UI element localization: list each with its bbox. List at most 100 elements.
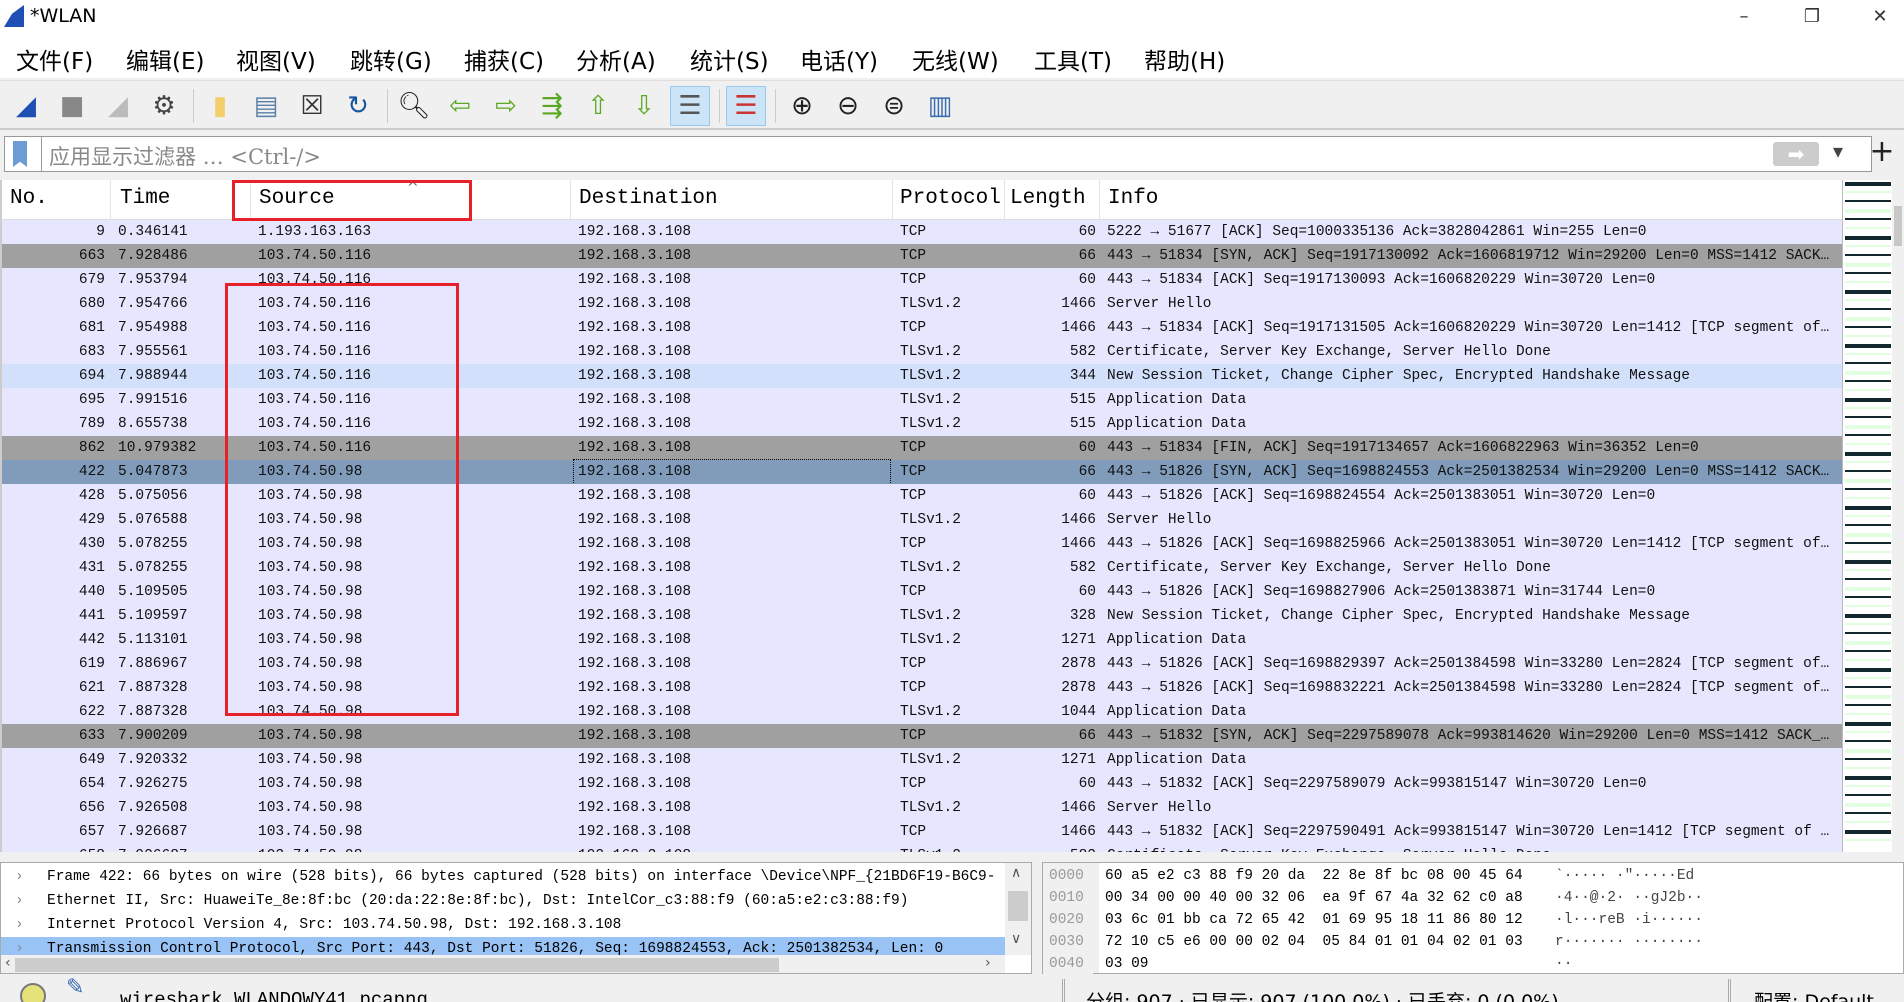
packet-row[interactable]: 633 7.900209 103.74.50.98 192.168.3.108 TCP 6… <box>2 724 1842 748</box>
cell-dst: 192.168.3.108 <box>578 248 692 264</box>
hex-bytes[interactable]: 03 6c 01 bb ca 72 65 42 01 69 95 18 11 8… <box>1105 909 1523 931</box>
minimize-button[interactable]: – <box>1714 0 1774 34</box>
add-filter-button[interactable]: + <box>1862 134 1902 169</box>
hex-bytes[interactable]: 03 09 <box>1105 953 1149 975</box>
column-protocol[interactable]: Protocol <box>900 187 1001 210</box>
overview-stripe <box>1845 218 1891 220</box>
autoscroll-icon[interactable]: ☰ <box>670 86 710 126</box>
packet-row[interactable]: 663 7.928486 103.74.50.116 192.168.3.108 TCP… <box>2 244 1842 268</box>
scroll-left-icon[interactable]: ‹ <box>5 955 11 971</box>
last-packet-icon[interactable]: ⇩ <box>624 86 664 126</box>
cell-no: 681 <box>78 320 105 336</box>
capture-file-name: wireshark_WLANDOWY41_pcapng <box>120 989 428 1002</box>
expand-chevron-icon[interactable]: › <box>15 889 24 913</box>
reload-file-icon[interactable]: ↻ <box>338 86 378 126</box>
go-to-packet-icon[interactable]: ⇶ <box>532 86 572 126</box>
details-vscroll[interactable]: ∧ ∨ <box>1005 863 1031 955</box>
menu-item[interactable]: 编辑(E) <box>126 42 204 76</box>
scrollbar-thumb[interactable] <box>1894 206 1902 246</box>
cell-src: 103.74.50.98 <box>258 728 363 744</box>
packet-overview-scrollbar[interactable] <box>1842 180 1892 852</box>
cell-proto: TCP <box>900 464 927 480</box>
menu-item[interactable]: 帮助(H) <box>1144 42 1225 76</box>
packet-bytes-pane[interactable]: 0000 60 a5 e2 c3 88 f9 20 da 22 8e 8f bc … <box>1042 862 1904 975</box>
packet-counts: 分组: 907 · 已显示: 907 (100.0%) · 已丢弃: 0 (0.… <box>1086 991 1559 1002</box>
packet-row[interactable]: 9 0.346141 1.193.163.163 192.168.3.108 TCP 60… <box>2 220 1842 244</box>
close-file-icon[interactable]: ☒ <box>292 86 332 126</box>
toolbar-separator <box>719 89 720 123</box>
cell-proto: TCP <box>900 656 927 672</box>
scroll-up-icon[interactable]: ∧ <box>1011 865 1021 881</box>
filter-dropdown-icon[interactable]: ▾ <box>1833 139 1843 163</box>
overview-stripe <box>1845 803 1891 807</box>
stop-capture-icon[interactable]: ■ <box>52 86 92 126</box>
hex-ascii[interactable]: `····· ·"·····Ed <box>1555 865 1694 887</box>
cell-time: 7.920332 <box>118 752 188 768</box>
apply-filter-button[interactable]: ➡ <box>1773 142 1819 166</box>
save-file-icon[interactable]: ▤ <box>246 86 286 126</box>
hex-bytes[interactable]: 72 10 c5 e6 00 00 02 04 05 84 01 01 04 0… <box>1105 931 1523 953</box>
hex-ascii[interactable]: ·l···reB ·i······ <box>1555 909 1703 931</box>
packet-row[interactable]: 656 7.926508 103.74.50.98 192.168.3.108 TLSv… <box>2 796 1842 820</box>
packet-row[interactable]: 657 7.926687 103.74.50.98 192.168.3.108 TCP 1… <box>2 820 1842 844</box>
restore-button[interactable]: ❐ <box>1782 0 1842 34</box>
column-destination[interactable]: Destination <box>579 187 718 210</box>
hex-ascii[interactable]: ·· <box>1555 953 1572 975</box>
colorize-icon[interactable]: ☰ <box>726 86 766 126</box>
scroll-right-icon[interactable]: › <box>985 955 991 971</box>
zoom-normal-icon[interactable]: ⊜ <box>874 86 914 126</box>
hex-bytes[interactable]: 60 a5 e2 c3 88 f9 20 da 22 8e 8f bc 08 0… <box>1105 865 1523 887</box>
column-length[interactable]: Length <box>1010 187 1086 210</box>
column-no[interactable]: No. <box>10 187 48 210</box>
menu-item[interactable]: 统计(S) <box>690 42 769 76</box>
menu-item[interactable]: 无线(W) <box>912 42 999 76</box>
detail-tree-item[interactable]: › Internet Protocol Version 4, Src: 103.7… <box>1 913 1005 937</box>
menu-item[interactable]: 分析(A) <box>576 42 656 76</box>
go-forward-icon[interactable]: ⇨ <box>486 86 526 126</box>
packet-row[interactable]: 658 7.926687 103.74.50.98 192.168.3.108 TLSv… <box>2 844 1842 852</box>
menu-item[interactable]: 电话(Y) <box>800 42 878 76</box>
start-capture-icon[interactable]: ◢ <box>6 86 46 126</box>
hex-bytes[interactable]: 00 34 00 00 40 00 32 06 ea 9f 67 4a 32 6… <box>1105 887 1523 909</box>
expert-info-icon[interactable] <box>20 983 46 1002</box>
overview-stripe <box>1845 443 1891 445</box>
packet-details-pane[interactable]: › Frame 422: 66 bytes on wire (528 bits),… <box>0 862 1032 974</box>
zoom-in-icon[interactable]: ⊕ <box>782 86 822 126</box>
filter-bookmark-icon[interactable] <box>13 141 27 167</box>
wireshark-logo-icon <box>4 5 24 27</box>
scroll-down-icon[interactable]: ∨ <box>1011 931 1021 947</box>
cell-no: 442 <box>78 632 105 648</box>
first-packet-icon[interactable]: ⇧ <box>578 86 618 126</box>
column-info[interactable]: Info <box>1108 187 1158 210</box>
resize-columns-icon[interactable]: ▥ <box>920 86 960 126</box>
zoom-out-icon[interactable]: ⊖ <box>828 86 868 126</box>
profile-selector[interactable]: 配置: Default <box>1754 987 1874 1002</box>
close-button[interactable]: ✕ <box>1850 0 1904 34</box>
go-back-icon[interactable]: ⇦ <box>440 86 480 126</box>
menu-item[interactable]: 视图(V) <box>236 42 316 76</box>
packet-row[interactable]: 654 7.926275 103.74.50.98 192.168.3.108 TCP 6… <box>2 772 1842 796</box>
hex-ascii[interactable]: r······· ········ <box>1555 931 1703 953</box>
display-filter-bar[interactable]: 应用显示过滤器 … <Ctrl-/> ➡ ▾ <box>4 136 1872 172</box>
expand-chevron-icon[interactable]: › <box>15 865 24 889</box>
menu-item[interactable]: 文件(F) <box>16 42 93 76</box>
capture-options-icon[interactable]: ⚙ <box>144 86 184 126</box>
find-packet-icon[interactable]: 🔍︎ <box>394 86 434 126</box>
restart-capture-icon[interactable]: ◢ <box>98 86 138 126</box>
column-time[interactable]: Time <box>120 187 170 210</box>
details-hscroll[interactable]: ‹ › <box>1 955 1005 973</box>
detail-tree-item[interactable]: › Frame 422: 66 bytes on wire (528 bits),… <box>1 865 1005 889</box>
menu-item[interactable]: 工具(T) <box>1034 42 1112 76</box>
packet-list-scrollbar[interactable] <box>1892 180 1904 852</box>
menu-item[interactable]: 跳转(G) <box>350 42 432 76</box>
display-filter-input[interactable]: 应用显示过滤器 … <Ctrl-/> <box>49 141 321 171</box>
capture-comment-icon[interactable]: ✎ <box>66 977 84 1000</box>
open-file-icon[interactable]: ▮ <box>200 86 240 126</box>
packet-row[interactable]: 649 7.920332 103.74.50.98 192.168.3.108 TLSv… <box>2 748 1842 772</box>
expand-chevron-icon[interactable]: › <box>15 913 24 937</box>
hex-ascii[interactable]: ·4··@·2· ··gJ2b·· <box>1555 887 1703 909</box>
menu-item[interactable]: 捕获(C) <box>464 42 544 76</box>
detail-tree-item[interactable]: › Ethernet II, Src: HuaweiTe_8e:8f:bc (20… <box>1 889 1005 913</box>
title-bar: *WLAN – ❐ ✕ <box>0 0 1904 34</box>
overview-stripe <box>1845 227 1891 229</box>
